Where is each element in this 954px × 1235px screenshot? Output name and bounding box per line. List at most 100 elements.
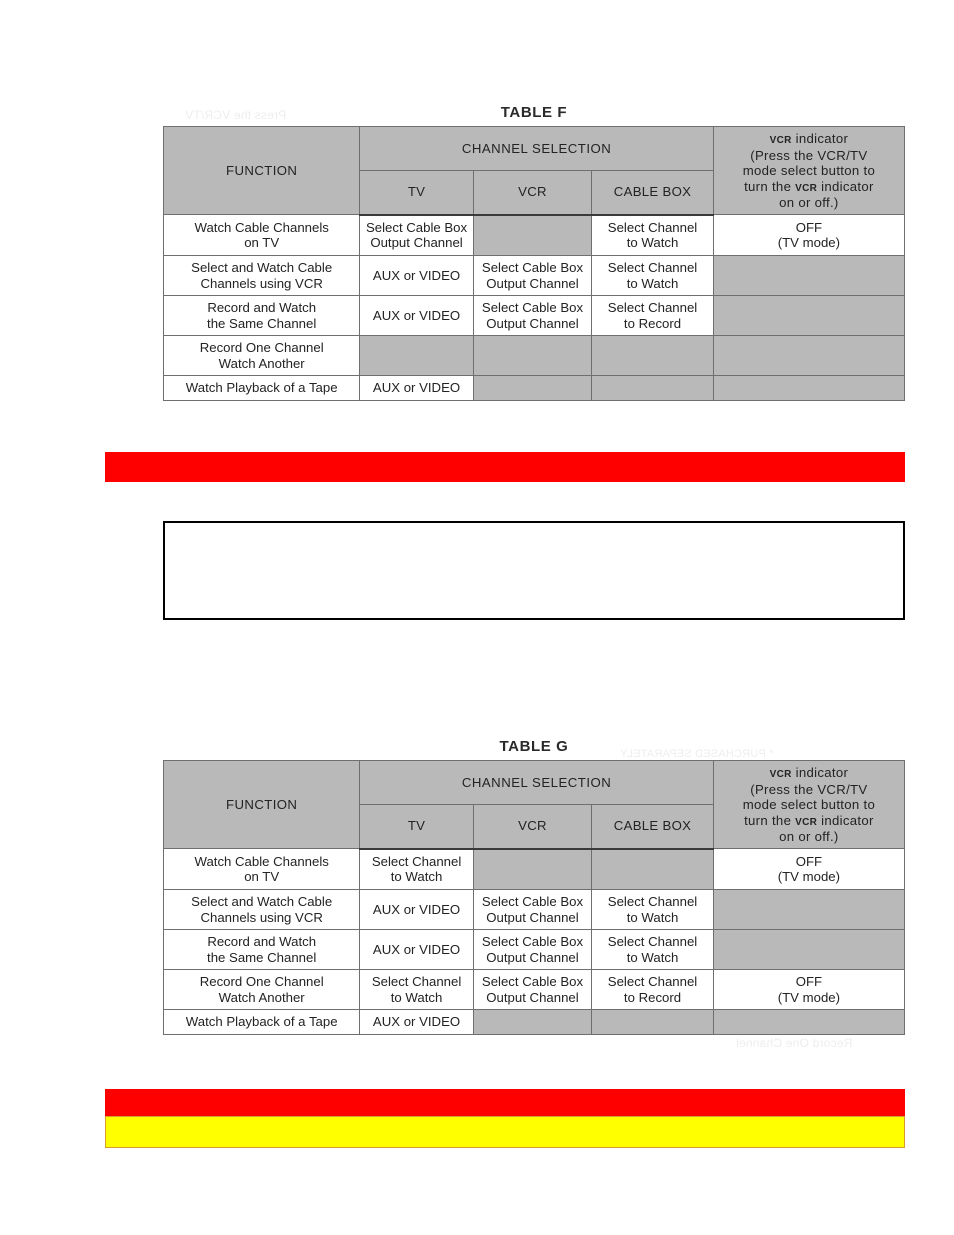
header-vcr-line5: on or off.) [779, 194, 839, 210]
cell-line: to Watch [626, 275, 679, 291]
cell-tv [359, 335, 474, 377]
cell-line: (TV mode) [777, 869, 841, 885]
cell-cable-box [591, 375, 714, 402]
header-cable-box: CABLE BOX [591, 803, 714, 850]
cell-line: Select Channel [607, 219, 698, 235]
cell-line: to Watch [626, 909, 679, 925]
cell-function: Select and Watch Cable Channels using VCR [162, 888, 361, 931]
cell-line: AUX or VIDEO [372, 267, 461, 283]
cell-line: (TV mode) [777, 989, 841, 1005]
cell-vcr-indicator [712, 375, 906, 402]
header-tv: TV [359, 169, 474, 216]
cell-line: Select Channel [371, 974, 462, 990]
cell-cable-box: Select Channel to Watch [591, 929, 714, 971]
cell-line: Select Cable Box [365, 219, 468, 235]
header-channel-selection: CHANNEL SELECTION [359, 126, 714, 171]
header-vcr-indicator: VCR indicator (Press the VCR/TV mode sel… [712, 759, 906, 850]
table-row: Record One Channel Watch Another Select Ch… [162, 969, 906, 1011]
table-row: Watch Cable Channels on TV Select Channel t… [162, 848, 906, 890]
vcr-abbrev: VCR [769, 135, 792, 146]
table-g-title: TABLE G [499, 738, 569, 755]
cell-line: Output Channel [486, 275, 579, 291]
table-f-header-row-top: FUNCTION CHANNEL SELECTION VCR indicator… [162, 125, 906, 216]
cell-tv: AUX or VIDEO [359, 888, 474, 931]
header-vcr-line4a: turn the [744, 178, 792, 194]
cell-line: OFF [795, 853, 823, 869]
table-f-block: TABLE F FUNCTION CHANNEL SELECTION VCR i… [162, 104, 906, 402]
header-cable-box: CABLE BOX [591, 169, 714, 216]
cell-line: Select Cable Box [481, 974, 584, 990]
cell-line: Watch Playback of a Tape [185, 1014, 338, 1030]
cell-vcr [472, 848, 593, 890]
cell-line: the Same Channel [207, 949, 317, 965]
cell-tv: Select Channel to Watch [359, 848, 474, 890]
cell-tv: Select Channel to Watch [359, 969, 474, 1011]
cell-function: Select and Watch Cable Channels using VCR [162, 254, 361, 297]
cell-vcr-indicator [712, 295, 906, 337]
header-vcr-line3: mode select button to [742, 797, 876, 813]
scanned-page: Press the VCR/TV mode select button to t… [0, 0, 954, 1235]
header-vcr-line4c: indicator [821, 178, 874, 194]
cell-line: OFF [795, 219, 823, 235]
indicator-word: indicator [795, 131, 849, 146]
cell-line: Watch Another [218, 355, 305, 371]
table-g-block: TABLE G FUNCTION CHANNEL SELECTION VCR i… [162, 738, 906, 1036]
cell-vcr-indicator [712, 929, 906, 971]
cell-function: Record One Channel Watch Another [162, 969, 361, 1011]
cell-line: AUX or VIDEO [372, 941, 461, 957]
cell-vcr [472, 375, 593, 402]
cell-line: Output Channel [486, 949, 579, 965]
cell-tv: AUX or VIDEO [359, 929, 474, 971]
table-row: Select and Watch Cable Channels using VCR… [162, 888, 906, 931]
cell-vcr [472, 335, 593, 377]
cell-vcr-indicator [712, 1009, 906, 1036]
header-function: FUNCTION [162, 125, 361, 216]
header-vcr-line5: on or off.) [779, 828, 839, 844]
cell-function: Watch Playback of a Tape [162, 1009, 361, 1036]
cell-vcr-indicator [712, 335, 906, 377]
table-g-body: Watch Cable Channels on TV Select Channel t… [162, 848, 906, 1036]
cell-line: on TV [244, 869, 280, 885]
cell-line: Select and Watch Cable [191, 259, 333, 275]
cell-line: Output Channel [486, 989, 579, 1005]
cell-line: Record One Channel [199, 974, 324, 990]
table-row: Watch Cable Channels on TV Select Cable Bo… [162, 214, 906, 256]
header-vcr-line4b: VCR [795, 182, 818, 194]
redaction-bar-red-upper [105, 452, 905, 482]
cell-line: Channels using VCR [200, 275, 323, 291]
header-vcr-indicator: VCR indicator (Press the VCR/TV mode sel… [712, 125, 906, 216]
cell-function: Record One Channel Watch Another [162, 335, 361, 377]
vcr-abbrev: VCR [769, 769, 792, 780]
cell-line: Select Channel [371, 853, 462, 869]
table-row: Watch Playback of a Tape AUX or VIDEO [162, 1009, 906, 1036]
cell-cable-box [591, 848, 714, 890]
cell-cable-box: Select Channel to Record [591, 295, 714, 337]
cell-line: Watch Cable Channels [194, 853, 329, 869]
cell-line: to Record [623, 989, 682, 1005]
header-vcr-line3: mode select button to [742, 163, 876, 179]
cell-line: AUX or VIDEO [372, 307, 461, 323]
header-function: FUNCTION [162, 759, 361, 850]
cell-line: Output Channel [486, 315, 579, 331]
indicator-word: indicator [795, 765, 849, 780]
header-vcr: VCR [472, 803, 593, 850]
cell-line: Watch Another [218, 989, 305, 1005]
cell-line: Select Channel [607, 974, 698, 990]
cell-line: AUX or VIDEO [372, 901, 461, 917]
cell-line: Select Channel [607, 893, 698, 909]
table-f: FUNCTION CHANNEL SELECTION VCR indicator… [162, 125, 906, 402]
cell-cable-box [591, 1009, 714, 1036]
cell-vcr: Select Cable Box Output Channel [472, 888, 593, 931]
cell-line: Watch Playback of a Tape [185, 380, 338, 396]
cell-cable-box: Select Channel to Record [591, 969, 714, 1011]
cell-vcr-indicator [712, 888, 906, 931]
header-vcr-line2: (Press the VCR/TV [750, 147, 868, 163]
cell-line: Output Channel [486, 909, 579, 925]
cell-tv: AUX or VIDEO [359, 375, 474, 402]
cell-line: Select Cable Box [481, 259, 584, 275]
cell-line: Record and Watch [207, 934, 317, 950]
header-vcr-line4c: indicator [821, 812, 874, 828]
cell-function: Watch Cable Channels on TV [162, 214, 361, 256]
cell-function: Watch Playback of a Tape [162, 375, 361, 402]
bleed-through-text: Record One Channel [736, 1036, 853, 1050]
